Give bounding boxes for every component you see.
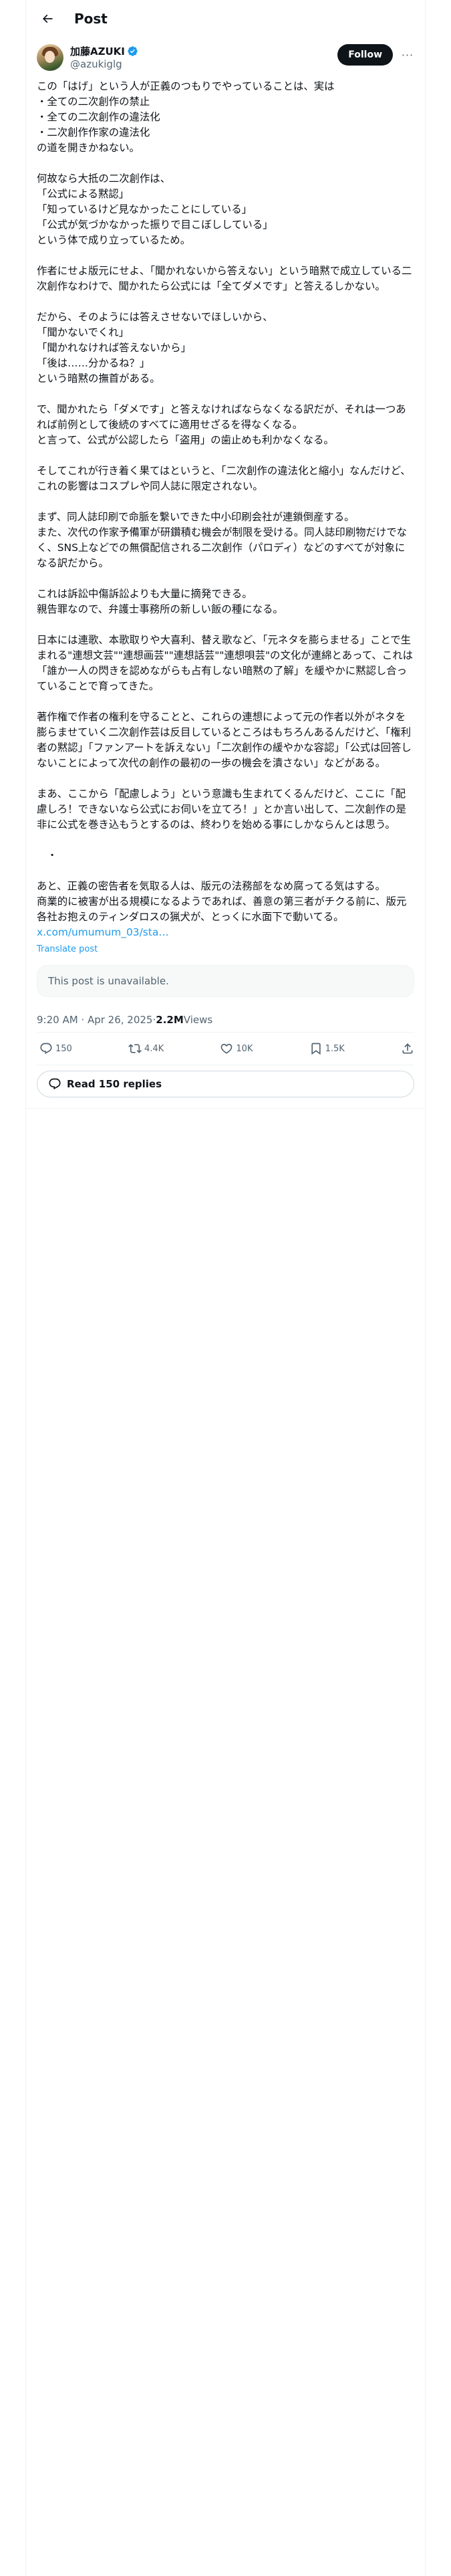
header: Post — [26, 0, 425, 37]
repost-button[interactable]: 4.4K — [128, 1042, 164, 1055]
reply-icon — [40, 1043, 52, 1055]
author-row: 加藤AZUKI @azukiglg Follow ··· — [26, 37, 425, 76]
share-button[interactable] — [401, 1042, 414, 1055]
tweet-paragraph: 何故なら大抵の二次創作は、 「公式による黙認」 「知っているけど見なかったことに… — [37, 173, 273, 246]
follow-button[interactable]: Follow — [337, 44, 393, 66]
views-count: 2.2M — [156, 1014, 184, 1026]
back-button[interactable] — [37, 8, 58, 29]
author-actions: Follow ··· — [337, 44, 414, 66]
author-handle[interactable]: @azukiglg — [70, 58, 138, 71]
avatar[interactable] — [37, 44, 63, 71]
tweet-paragraph: 作者にせよ版元にせよ、「聞かれないから答えない」という暗黙で成立している二次創作… — [37, 265, 412, 292]
bookmark-count: 1.5K — [325, 1043, 345, 1054]
tweet-paragraph-text: あと、正義の密告者を気取る人は、版元の法務部をなめ腐ってる気はする。 商業的に被… — [37, 880, 407, 923]
speech-bubble-icon — [49, 1078, 61, 1090]
repost-icon — [128, 1044, 142, 1053]
bookmark-button[interactable]: 1.5K — [309, 1042, 345, 1055]
more-options-icon[interactable]: ··· — [401, 48, 414, 62]
tweet-text: この「はげ」という人が正義のつもりでやっていることは、実は ・全ての二次創作の禁… — [26, 76, 425, 940]
views-label: Views — [183, 1014, 213, 1026]
tweet-paragraph: ・ — [37, 849, 57, 861]
divider — [26, 1108, 425, 1109]
tweet-paragraph: 著作権で作者の権利を守ることと、これらの連想によって元の作者以外がネタを膨らませ… — [37, 711, 412, 769]
like-count: 10K — [236, 1043, 253, 1054]
like-button[interactable]: 10K — [220, 1042, 253, 1055]
reply-button[interactable]: 150 — [39, 1042, 72, 1055]
reply-count: 150 — [55, 1043, 72, 1054]
arrow-left-icon — [42, 14, 53, 23]
tweet-paragraph: そしてこれが行き着く果てはというと、「二次創作の違法化と縮小」なんだけど、これの… — [37, 465, 411, 492]
page-title: Post — [74, 11, 108, 27]
quoted-post-unavailable: This post is unavailable. — [37, 965, 414, 997]
author-meta: 加藤AZUKI @azukiglg — [70, 44, 138, 71]
share-icon — [402, 1043, 413, 1054]
tweet-paragraph: これは訴訟中傷訴訟よりも大量に摘発できる。 親告罪なので、弁護士事務所の新しい飯… — [37, 588, 283, 615]
heart-icon — [221, 1043, 233, 1054]
read-replies-label: Read 150 replies — [67, 1078, 162, 1090]
post-timestamp[interactable]: 9:20 AM · Apr 26, 2025 — [37, 1014, 152, 1026]
tweet-paragraph: 日本には連歌、本歌取りや大喜利、替え歌など、「元ネタを膨らませる」ことで生まれる… — [37, 634, 413, 692]
tweet-paragraph: この「はげ」という人が正義のつもりでやっていることは、実は ・全ての二次創作の禁… — [37, 80, 335, 154]
right-border — [425, 0, 426, 2576]
tweet-link[interactable]: x.com/umumum_03/sta… — [37, 926, 169, 938]
repost-count: 4.4K — [144, 1043, 164, 1054]
post-meta: 9:20 AM · Apr 26, 2025 · 2.2M Views — [26, 997, 425, 1032]
action-bar: 150 4.4K 10K 1.5K — [26, 1033, 425, 1065]
verified-badge-icon — [128, 45, 138, 56]
bookmark-icon — [311, 1043, 321, 1055]
tweet-paragraph: だから、そのようには答えさせないでほしいから、 「聞かないでくれ」 「聞かれなけ… — [37, 311, 273, 385]
post-column: Post 加藤AZUKI @azukiglg Follow ··· この「はげ」… — [26, 0, 425, 1109]
tweet-paragraph: で、聞かれたら「ダメです」と答えなければならなくなる訳だが、それは一つあれば前例… — [37, 403, 406, 446]
author-name[interactable]: 加藤AZUKI — [70, 44, 125, 58]
tweet-paragraph-last: あと、正義の密告者を気取る人は、版元の法務部をなめ腐ってる気はする。 商業的に被… — [37, 879, 414, 940]
tweet-paragraph: まあ、ここから「配慮しよう」という意識も生まれてくるんだけど、ここに「配慮しろ！… — [37, 788, 406, 831]
author-name-line[interactable]: 加藤AZUKI — [70, 44, 138, 58]
read-replies-button[interactable]: Read 150 replies — [37, 1071, 414, 1097]
tweet-paragraph: まず、同人誌印刷で命脈を繋いできた中小印刷会社が連鎖倒産する。 また、次代の作家… — [37, 511, 408, 569]
quoted-post-text: This post is unavailable. — [48, 975, 169, 987]
translate-post-link[interactable]: Translate post — [26, 940, 425, 954]
